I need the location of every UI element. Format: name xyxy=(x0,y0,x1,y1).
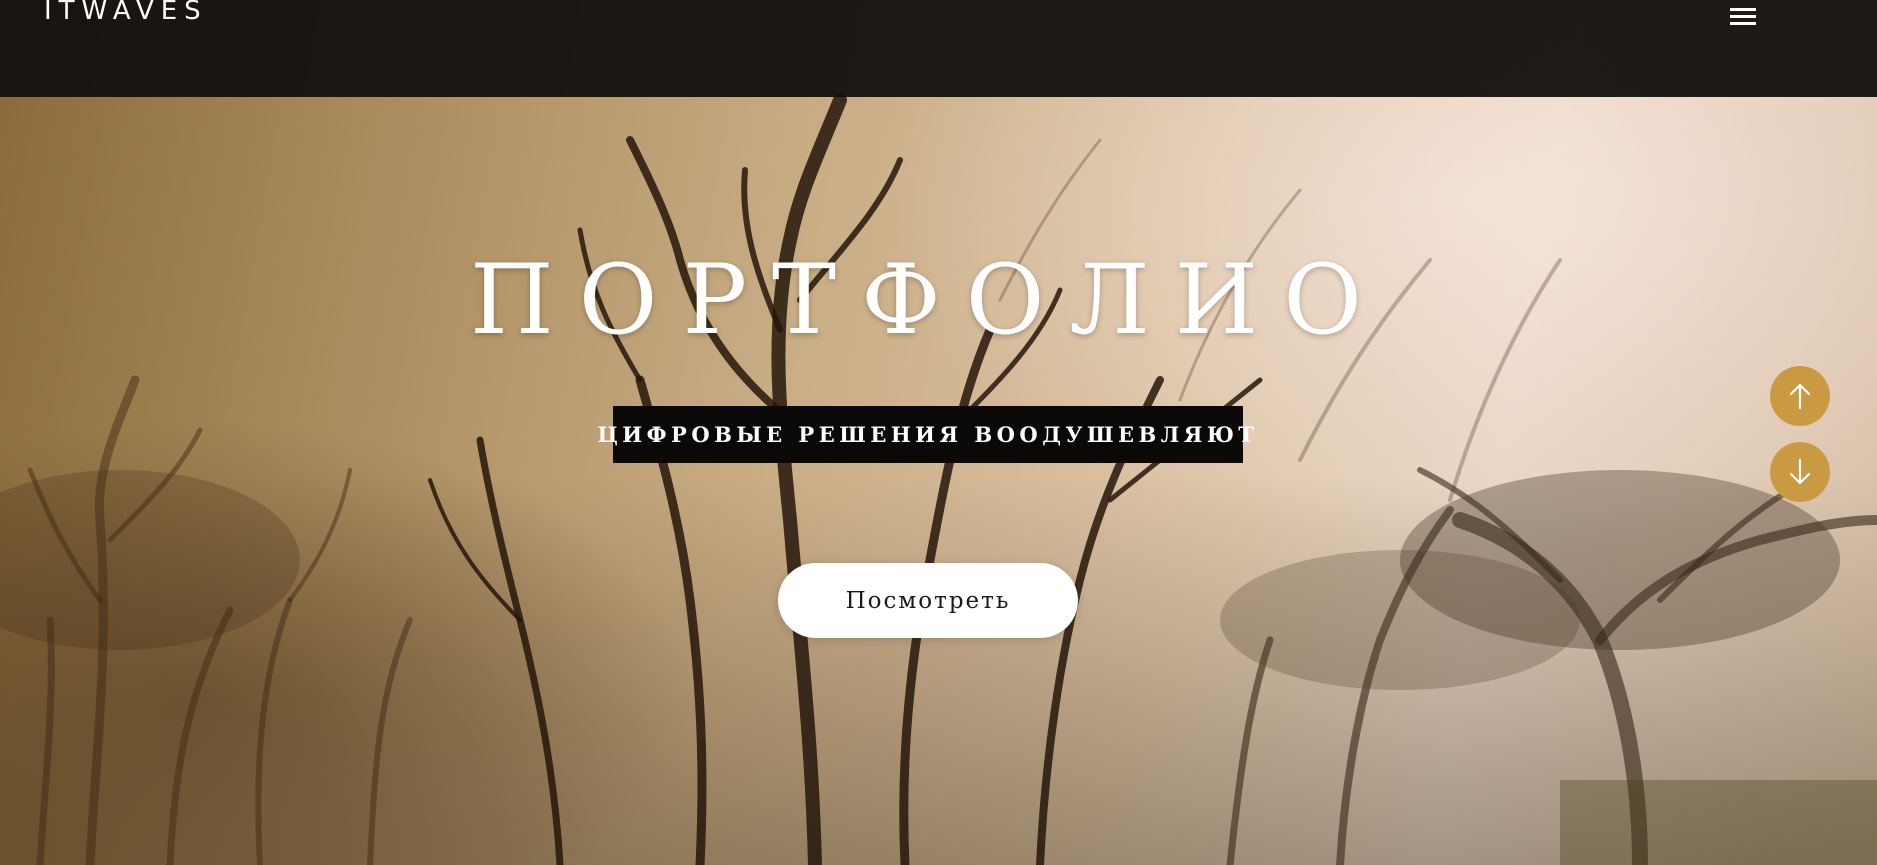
tagline-text: ЦИФРОВЫЕ РЕШЕНИЯ ВООДУШЕВЛЯЮТ xyxy=(597,422,1259,447)
view-portfolio-button[interactable]: Посмотреть xyxy=(778,563,1078,638)
scroll-up-button[interactable] xyxy=(1770,366,1830,426)
arrow-up-icon xyxy=(1789,383,1811,410)
hamburger-menu-icon xyxy=(1730,8,1756,11)
view-portfolio-label: Посмотреть xyxy=(845,587,1011,614)
site-logo[interactable]: ITWAVES xyxy=(44,0,208,28)
tagline-box: ЦИФРОВЫЕ РЕШЕНИЯ ВООДУШЕВЛЯЮТ xyxy=(597,406,1254,463)
top-navbar: ITWAVES xyxy=(0,0,1877,97)
hero-title: ПОРТФОЛИО xyxy=(470,244,1387,356)
hamburger-menu-button[interactable] xyxy=(1726,2,1760,30)
landing-page: ITWAVES ПОРТФОЛИО ЦИФРОВЫЕ РЕШЕНИЯ ВООДУ… xyxy=(0,0,1877,865)
arrow-down-icon xyxy=(1789,458,1811,485)
scroll-down-button[interactable] xyxy=(1770,442,1830,502)
